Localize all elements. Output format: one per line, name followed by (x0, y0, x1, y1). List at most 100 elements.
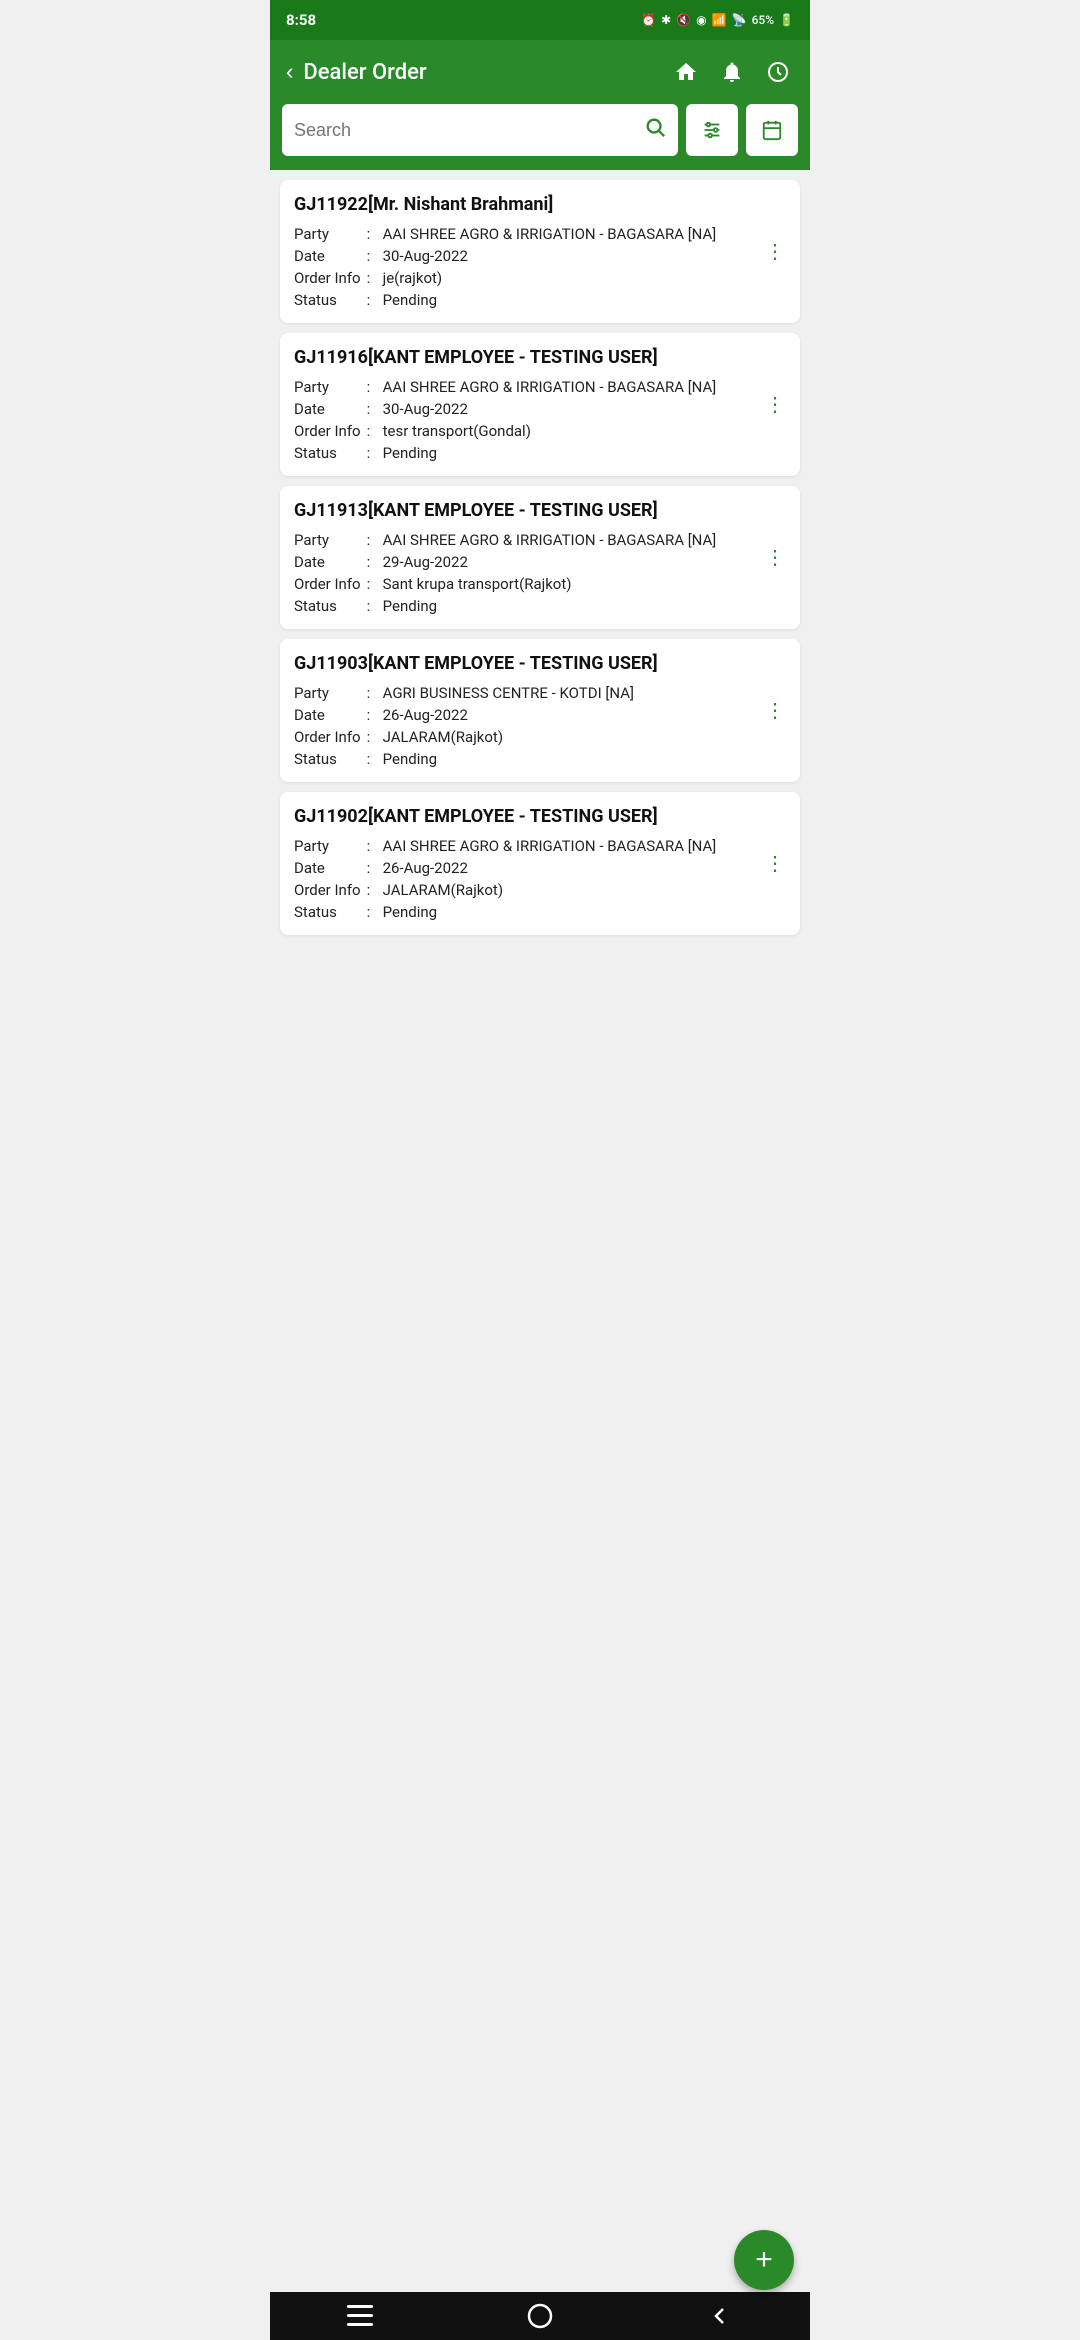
order-card-5[interactable]: GJ11902[KANT EMPLOYEE - TESTING USER] Pa… (280, 792, 800, 935)
order-info-colon: : (367, 269, 377, 287)
order-info-label: Order Info (294, 269, 361, 287)
party-label: Party (294, 837, 361, 855)
signal-icon: 📡 (732, 13, 747, 27)
date-label: Date (294, 706, 361, 724)
date-colon: : (367, 553, 377, 571)
party-label: Party (294, 378, 361, 396)
mute-icon: 🔇 (676, 13, 691, 27)
order-info-colon: : (367, 881, 377, 899)
calendar-icon (761, 119, 783, 141)
order-info-label: Order Info (294, 575, 361, 593)
date-value: 26-Aug-2022 (383, 859, 786, 877)
date-colon: : (367, 400, 377, 418)
order-card-1[interactable]: GJ11922[Mr. Nishant Brahmani] Party : AA… (280, 180, 800, 323)
party-label: Party (294, 684, 361, 702)
party-label: Party (294, 531, 361, 549)
add-order-fab[interactable]: + (734, 2230, 794, 2290)
order-menu-button[interactable]: ⋮ (761, 238, 790, 266)
filter-button[interactable] (686, 104, 738, 156)
date-value: 30-Aug-2022 (383, 247, 786, 265)
status-icons: ⏰ ✱ 🔇 ◉ 📶 📡 65% 🔋 (641, 13, 794, 27)
date-label: Date (294, 859, 361, 877)
order-menu-button[interactable]: ⋮ (761, 850, 790, 878)
order-card-2[interactable]: GJ11916[KANT EMPLOYEE - TESTING USER] Pa… (280, 333, 800, 476)
search-input[interactable] (294, 120, 644, 141)
date-label: Date (294, 553, 361, 571)
home-icon (674, 60, 698, 84)
bottom-navigation (270, 2292, 810, 2340)
notification-button[interactable] (716, 56, 748, 88)
order-card-4[interactable]: GJ11903[KANT EMPLOYEE - TESTING USER] Pa… (280, 639, 800, 782)
order-info-colon: : (367, 728, 377, 746)
calendar-button[interactable] (746, 104, 798, 156)
back-icon (709, 2305, 731, 2327)
party-colon: : (367, 225, 377, 243)
nav-back-button[interactable] (630, 2292, 810, 2340)
bluetooth-icon: ✱ (661, 13, 671, 27)
back-button[interactable]: ‹ (286, 59, 293, 85)
order-fields: Party : AAI SHREE AGRO & IRRIGATION - BA… (294, 378, 786, 462)
order-menu-button[interactable]: ⋮ (761, 544, 790, 572)
status-colon: : (367, 444, 377, 462)
nav-home-button[interactable] (450, 2292, 630, 2340)
order-fields: Party : AAI SHREE AGRO & IRRIGATION - BA… (294, 531, 786, 615)
party-value: AAI SHREE AGRO & IRRIGATION - BAGASARA [… (383, 378, 786, 396)
order-info-label: Order Info (294, 881, 361, 899)
status-colon: : (367, 750, 377, 768)
header-icons (670, 56, 794, 88)
date-value: 30-Aug-2022 (383, 400, 786, 418)
order-menu-button[interactable]: ⋮ (761, 391, 790, 419)
party-label: Party (294, 225, 361, 243)
order-info-label: Order Info (294, 422, 361, 440)
date-value: 26-Aug-2022 (383, 706, 786, 724)
status-badge: Pending (383, 750, 786, 768)
date-colon: : (367, 859, 377, 877)
party-colon: : (367, 684, 377, 702)
wifi-icon: 📶 (712, 13, 727, 27)
order-fields: Party : AGRI BUSINESS CENTRE - KOTDI [NA… (294, 684, 786, 768)
party-value: AAI SHREE AGRO & IRRIGATION - BAGASARA [… (383, 225, 786, 243)
party-value: AAI SHREE AGRO & IRRIGATION - BAGASARA [… (383, 531, 786, 549)
page-title: Dealer Order (303, 60, 426, 85)
bell-icon (720, 60, 744, 84)
status-badge: Pending (383, 291, 786, 309)
app-header: ‹ Dealer Order (270, 40, 810, 104)
status-bar: 8:58 ⏰ ✱ 🔇 ◉ 📶 📡 65% 🔋 (270, 0, 810, 40)
order-info-value: Sant krupa transport(Rajkot) (383, 575, 786, 593)
order-title: GJ11916[KANT EMPLOYEE - TESTING USER] (294, 347, 786, 368)
search-icon (644, 116, 666, 138)
search-section (270, 104, 810, 170)
status-badge: Pending (383, 444, 786, 462)
date-colon: : (367, 706, 377, 724)
date-colon: : (367, 247, 377, 265)
order-title: GJ11902[KANT EMPLOYEE - TESTING USER] (294, 806, 786, 827)
status-badge: Pending (383, 903, 786, 921)
status-label: Status (294, 444, 361, 462)
order-fields: Party : AAI SHREE AGRO & IRRIGATION - BA… (294, 837, 786, 921)
status-colon: : (367, 291, 377, 309)
order-card-3[interactable]: GJ11913[KANT EMPLOYEE - TESTING USER] Pa… (280, 486, 800, 629)
search-button[interactable] (644, 116, 666, 144)
order-info-value: je(rajkot) (383, 269, 786, 287)
status-time: 8:58 (286, 11, 316, 29)
location-icon: ◉ (696, 13, 706, 27)
order-fields: Party : AAI SHREE AGRO & IRRIGATION - BA… (294, 225, 786, 309)
date-label: Date (294, 247, 361, 265)
order-info-value: JALARAM(Rajkot) (383, 881, 786, 899)
status-label: Status (294, 750, 361, 768)
header-left: ‹ Dealer Order (286, 59, 427, 85)
date-label: Date (294, 400, 361, 418)
nav-menu-button[interactable] (270, 2292, 450, 2340)
date-value: 29-Aug-2022 (383, 553, 786, 571)
order-menu-button[interactable]: ⋮ (761, 697, 790, 725)
status-colon: : (367, 903, 377, 921)
history-icon (766, 60, 790, 84)
history-button[interactable] (762, 56, 794, 88)
order-title: GJ11903[KANT EMPLOYEE - TESTING USER] (294, 653, 786, 674)
status-label: Status (294, 291, 361, 309)
home-button[interactable] (670, 56, 702, 88)
order-title: GJ11922[Mr. Nishant Brahmani] (294, 194, 786, 215)
party-value: AGRI BUSINESS CENTRE - KOTDI [NA] (383, 684, 786, 702)
battery-icon: 🔋 (779, 13, 794, 27)
order-info-colon: : (367, 422, 377, 440)
